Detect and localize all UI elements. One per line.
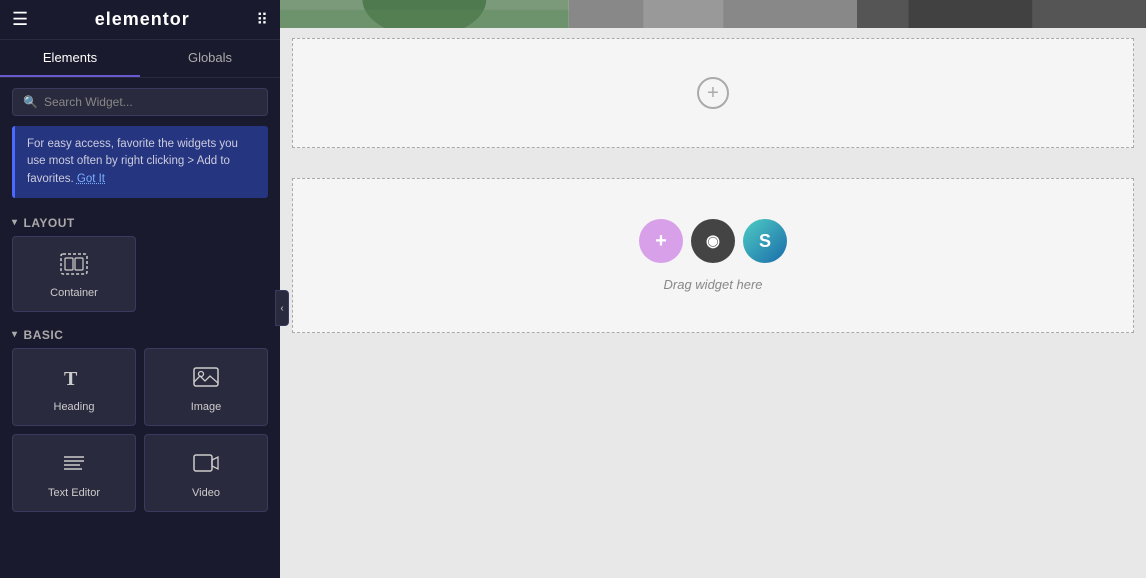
heading-label: Heading — [54, 401, 95, 413]
tip-box: For easy access, favorite the widgets yo… — [12, 126, 268, 198]
widget-image[interactable]: Image — [144, 348, 268, 426]
drag-icon-add[interactable]: + — [639, 219, 683, 263]
image-placeholder-svg-2 — [569, 0, 858, 28]
logo: elementor — [95, 9, 190, 30]
container-icon — [60, 253, 88, 279]
text-editor-label: Text Editor — [48, 487, 100, 499]
collapse-handle[interactable]: ‹ — [275, 290, 289, 326]
tip-text: For easy access, favorite the widgets yo… — [27, 138, 238, 185]
collapse-icon: ‹ — [280, 303, 283, 314]
container-label: Container — [50, 287, 98, 299]
folder-icon: ◉ — [706, 231, 720, 251]
widget-container[interactable]: Container — [12, 236, 136, 312]
search-box: 🔍 — [12, 88, 268, 116]
dashed-section-empty[interactable]: + — [292, 38, 1134, 148]
image-block-2 — [569, 0, 858, 28]
drag-section[interactable]: + ◉ S Drag widget here — [292, 178, 1134, 333]
sidebar: ☰ elementor ⠿ Elements Globals 🔍 For eas… — [0, 0, 280, 578]
drag-text: Drag widget here — [664, 277, 763, 292]
images-strip — [280, 0, 1146, 28]
drag-icon-folder[interactable]: ◉ — [691, 219, 735, 263]
apps-icon[interactable]: ⠿ — [256, 10, 268, 30]
video-icon — [192, 451, 220, 479]
image-placeholder-svg-3 — [857, 0, 1146, 28]
image-block-3 — [857, 0, 1146, 28]
search-area: 🔍 — [0, 78, 280, 126]
s-icon: S — [759, 231, 771, 252]
widget-video[interactable]: Video — [144, 434, 268, 512]
heading-icon: T — [60, 365, 88, 393]
main-canvas: + + ◉ S Drag widget here — [280, 0, 1146, 578]
add-icon: + — [655, 230, 667, 253]
layout-widgets-grid: Container — [0, 236, 280, 320]
layout-chevron-icon: ▾ — [12, 217, 18, 228]
plus-icon: + — [707, 82, 719, 105]
tab-elements[interactable]: Elements — [0, 40, 140, 77]
basic-chevron-icon: ▾ — [12, 329, 18, 340]
drag-icons-row: + ◉ S — [639, 219, 787, 263]
image-label: Image — [191, 401, 222, 413]
search-input[interactable] — [44, 95, 257, 109]
svg-text:T: T — [64, 368, 78, 389]
image-icon — [192, 365, 220, 393]
canvas-area: + + ◉ S Drag widget here — [280, 0, 1146, 578]
image-placeholder-svg-1 — [280, 0, 569, 28]
gap-spacer — [280, 158, 1146, 178]
text-editor-icon — [60, 451, 88, 479]
add-section-button[interactable]: + — [697, 77, 729, 109]
sidebar-tabs: Elements Globals — [0, 40, 280, 78]
search-icon: 🔍 — [23, 95, 38, 109]
basic-widgets-grid: T Heading Image — [0, 348, 280, 520]
tip-got-it-link[interactable]: Got It — [77, 173, 105, 185]
layout-section-title[interactable]: ▾ Layout — [0, 208, 280, 236]
widget-heading[interactable]: T Heading — [12, 348, 136, 426]
basic-label: Basic — [24, 328, 64, 342]
tab-globals[interactable]: Globals — [140, 40, 280, 77]
image-block-1 — [280, 0, 569, 28]
basic-section-title[interactable]: ▾ Basic — [0, 320, 280, 348]
video-label: Video — [192, 487, 220, 499]
sidebar-header: ☰ elementor ⠿ — [0, 0, 280, 40]
layout-label: Layout — [24, 216, 75, 230]
widget-text-editor[interactable]: Text Editor — [12, 434, 136, 512]
hamburger-icon[interactable]: ☰ — [12, 9, 28, 30]
drag-icon-s[interactable]: S — [743, 219, 787, 263]
